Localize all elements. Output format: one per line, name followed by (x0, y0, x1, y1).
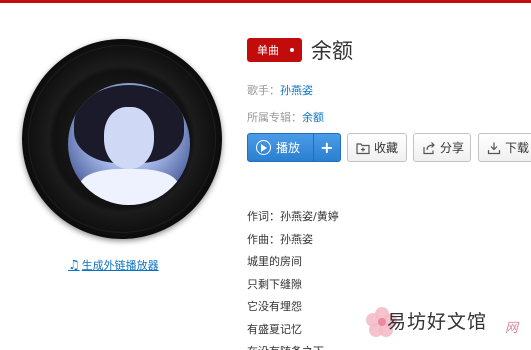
download-icon (487, 142, 501, 154)
collect-button-label: 收藏 (374, 141, 399, 155)
artist-label: 歌手： (247, 84, 280, 97)
external-player-link[interactable]: ♫ 生成外链播放器 (68, 257, 159, 273)
album-link[interactable]: 余额 (302, 111, 324, 124)
add-to-playlist-button[interactable]: + (314, 138, 340, 157)
cover-art-shirt (80, 169, 178, 205)
lyrics-line: 城里的房间 (247, 255, 302, 268)
single-badge-label: 单曲 (257, 44, 279, 57)
watermark-web-text: 网 (505, 321, 519, 336)
download-button-label: 下载 (505, 141, 530, 155)
share-button-label: 分享 (440, 141, 465, 155)
lyrics-line: 作曲：孙燕姿 (247, 232, 313, 246)
play-circle-icon (256, 140, 271, 155)
play-button-label: 播放 (276, 141, 301, 155)
lyrics-block: 作词：孙燕姿/黄婷 作曲：孙燕姿 城里的房间 只剩下缝隙 它没有埋怨 有盛夏记忆… (247, 206, 339, 350)
album-cover-art[interactable] (68, 83, 190, 205)
album-row: 所属专辑：余额 (247, 109, 324, 125)
cover-art-face (104, 107, 154, 169)
music-note-icon: ♫ (68, 257, 80, 273)
album-vinyl-record (22, 39, 222, 239)
song-title: 余额 (311, 39, 353, 63)
lyrics-line: 它没有埋怨 (247, 300, 302, 313)
artist-row: 歌手：孙燕姿 (247, 82, 313, 98)
top-accent-bar (0, 0, 531, 3)
album-label: 所属专辑： (247, 111, 302, 124)
lyrics-line: 在没有随备之下 (247, 341, 339, 350)
download-button[interactable]: 下载 (478, 133, 531, 162)
site-watermark: 易坊好文馆 网 (365, 301, 531, 350)
watermark-text: 易坊好文馆 (387, 311, 488, 333)
play-button-group: 播放 + (247, 133, 341, 162)
badge-dot-icon (290, 48, 294, 52)
single-badge: 单曲 (247, 38, 302, 62)
lyrics-line: 只剩下缝隙 (247, 277, 302, 291)
folder-plus-icon (356, 142, 370, 154)
lyrics-line: 作词：孙燕姿/黄婷 (247, 210, 339, 223)
artist-link[interactable]: 孙燕姿 (280, 84, 313, 97)
collect-button[interactable]: 收藏 (347, 133, 407, 162)
lyrics-line: 有盛夏记忆 (247, 322, 302, 336)
play-button[interactable]: 播放 (248, 139, 313, 156)
share-icon (423, 141, 435, 154)
external-player-link-label: 生成外链播放器 (81, 259, 159, 272)
share-button[interactable]: 分享 (413, 133, 471, 162)
